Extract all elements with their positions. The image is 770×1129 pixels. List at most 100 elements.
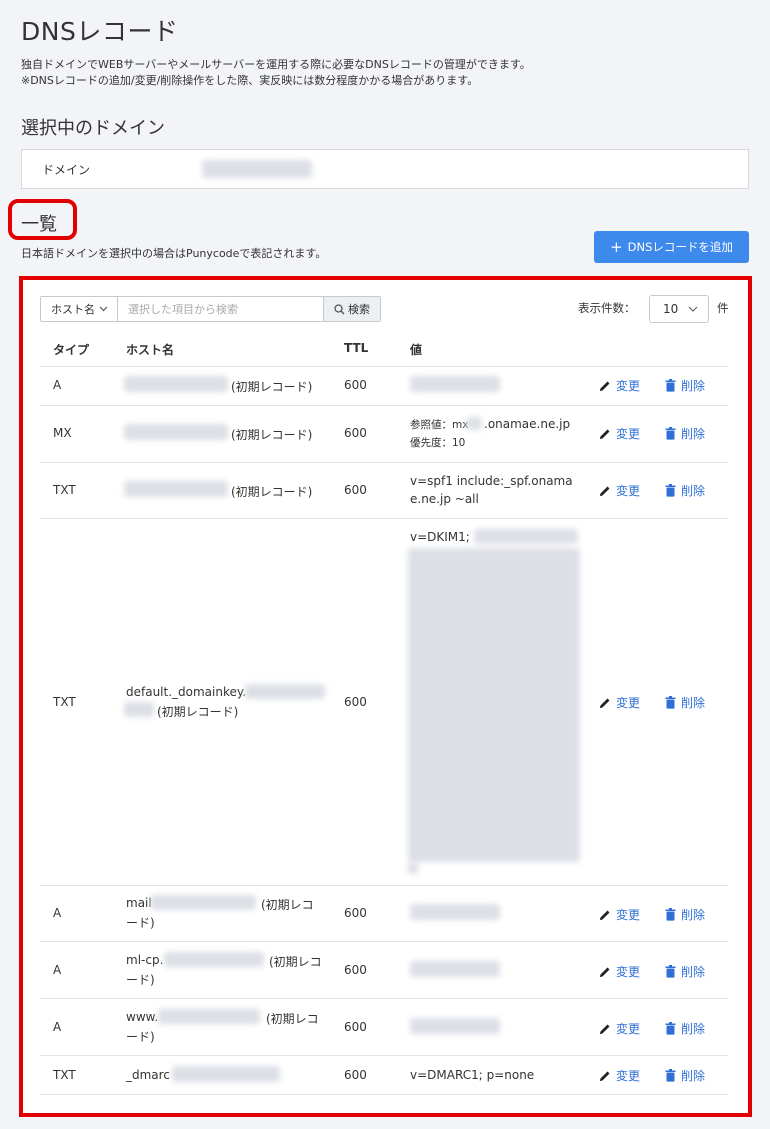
- edit-label: 変更: [616, 1022, 641, 1036]
- add-dns-record-button[interactable]: + DNSレコードを追加: [594, 231, 749, 263]
- record-host-note: (初期レコード): [231, 380, 313, 394]
- redacted-value: [410, 904, 500, 920]
- delete-record-button[interactable]: 削除: [665, 1020, 705, 1037]
- pencil-icon: [600, 698, 610, 708]
- edit-label: 変更: [616, 1069, 641, 1083]
- record-host-note: ード): [126, 1030, 155, 1044]
- per-page-select[interactable]: 10: [649, 295, 709, 323]
- page-description: 独自ドメインでWEBサーバーやメールサーバーを運用する際に必要なDNSレコードの…: [21, 58, 531, 71]
- delete-label: 削除: [681, 908, 706, 922]
- delete-record-button[interactable]: 削除: [665, 694, 705, 711]
- column-header-type: タイプ: [53, 343, 90, 357]
- column-header-ttl: TTL: [344, 341, 369, 355]
- record-host: _dmarc: [126, 1068, 170, 1082]
- edit-record-button[interactable]: 変更: [599, 482, 640, 499]
- search-button-label: 検索: [348, 303, 370, 316]
- edit-record-button[interactable]: 変更: [599, 1020, 640, 1037]
- column-header-host: ホスト名: [126, 343, 175, 357]
- record-host-note: (初期レコード): [231, 428, 313, 442]
- redacted-host: [124, 376, 228, 392]
- record-host-note: (初期レコ: [261, 898, 314, 912]
- redacted-host: [151, 895, 256, 910]
- edit-record-button[interactable]: 変更: [599, 963, 640, 980]
- record-host: default._domainkey.: [126, 685, 247, 699]
- record-ttl: 600: [344, 1020, 367, 1034]
- pencil-icon: [600, 1024, 610, 1034]
- trash-icon: [665, 1069, 676, 1082]
- delete-record-button[interactable]: 削除: [665, 377, 705, 394]
- edit-label: 変更: [616, 965, 641, 979]
- redacted-host: [124, 424, 228, 440]
- redacted-host: [164, 952, 264, 967]
- per-page-value: 10: [663, 302, 679, 316]
- list-heading: 一覧: [21, 214, 57, 235]
- edit-label: 変更: [616, 379, 641, 393]
- row-divider: [40, 518, 728, 519]
- redacted-value: [410, 1018, 500, 1034]
- pencil-icon: [600, 1071, 610, 1081]
- record-value: v=DMARC1; p=none: [410, 1068, 535, 1082]
- delete-record-button[interactable]: 削除: [665, 425, 705, 442]
- record-value: v=spf1 include:_spf.onama: [410, 474, 573, 488]
- page-title: DNSレコード: [21, 17, 179, 46]
- trash-icon: [665, 965, 676, 978]
- trash-icon: [665, 427, 676, 440]
- mx-reference-domain: .onamae.ne.jp: [484, 417, 571, 431]
- search-bar: ホスト名 選択した項目から検索 検索: [40, 296, 381, 322]
- trash-icon: [665, 379, 676, 392]
- edit-label: 変更: [616, 427, 641, 441]
- per-page-unit: 件: [717, 301, 729, 315]
- delete-label: 削除: [681, 427, 706, 441]
- chevron-down-icon: [688, 306, 698, 312]
- edit-record-button[interactable]: 変更: [599, 377, 640, 394]
- delete-record-button[interactable]: 削除: [665, 963, 705, 980]
- record-ttl: 600: [344, 906, 367, 920]
- add-dns-record-label: DNSレコードを追加: [627, 240, 733, 254]
- redacted-value: [466, 417, 482, 430]
- search-field-select[interactable]: ホスト名: [41, 297, 118, 321]
- pencil-icon: [600, 967, 610, 977]
- delete-record-button[interactable]: 削除: [665, 906, 705, 923]
- record-type: A: [53, 906, 62, 920]
- chevron-down-icon: [99, 306, 108, 312]
- record-type: TXT: [53, 695, 76, 709]
- record-host-note: (初期レコ: [266, 1012, 319, 1026]
- record-ttl: 600: [344, 963, 367, 977]
- punycode-note: 日本語ドメインを選択中の場合はPunycodeで表記されます。: [21, 247, 327, 260]
- row-divider: [40, 405, 728, 406]
- delete-record-button[interactable]: 削除: [665, 1067, 705, 1084]
- row-divider: [40, 941, 728, 942]
- record-host: ml-cp.: [126, 953, 164, 967]
- edit-record-button[interactable]: 変更: [599, 1067, 640, 1084]
- search-input[interactable]: 選択した項目から検索: [118, 297, 323, 321]
- record-type: TXT: [53, 483, 76, 497]
- record-host-note: (初期レコード): [231, 485, 313, 499]
- redacted-host: [172, 1066, 280, 1082]
- delete-record-button[interactable]: 削除: [665, 482, 705, 499]
- selected-domain-heading: 選択中のドメイン: [21, 118, 165, 139]
- redacted-host: [124, 481, 228, 497]
- column-header-value: 値: [410, 343, 423, 357]
- search-button[interactable]: 検索: [323, 297, 380, 321]
- delete-label: 削除: [681, 484, 706, 498]
- search-icon: [334, 303, 345, 314]
- record-host: mail: [126, 896, 152, 910]
- edit-record-button[interactable]: 変更: [599, 694, 640, 711]
- trash-icon: [665, 696, 676, 709]
- record-type: MX: [53, 426, 72, 440]
- row-divider: [40, 1094, 728, 1095]
- delete-label: 削除: [681, 1022, 706, 1036]
- record-type: A: [53, 378, 62, 392]
- record-host: www.: [126, 1010, 159, 1024]
- redacted-host: [158, 1009, 260, 1024]
- pencil-icon: [600, 910, 610, 920]
- row-divider: [40, 998, 728, 999]
- edit-record-button[interactable]: 変更: [599, 425, 640, 442]
- record-host-note: (初期レコード): [157, 705, 239, 719]
- page-notice: ※DNSレコードの追加/変更/削除操作をした際、実反映には数分程度かかる場合があ…: [21, 74, 479, 87]
- edit-label: 変更: [616, 696, 641, 710]
- row-divider: [40, 1055, 728, 1056]
- edit-record-button[interactable]: 変更: [599, 906, 640, 923]
- per-page-label: 表示件数：: [578, 301, 636, 315]
- record-ttl: 600: [344, 695, 367, 709]
